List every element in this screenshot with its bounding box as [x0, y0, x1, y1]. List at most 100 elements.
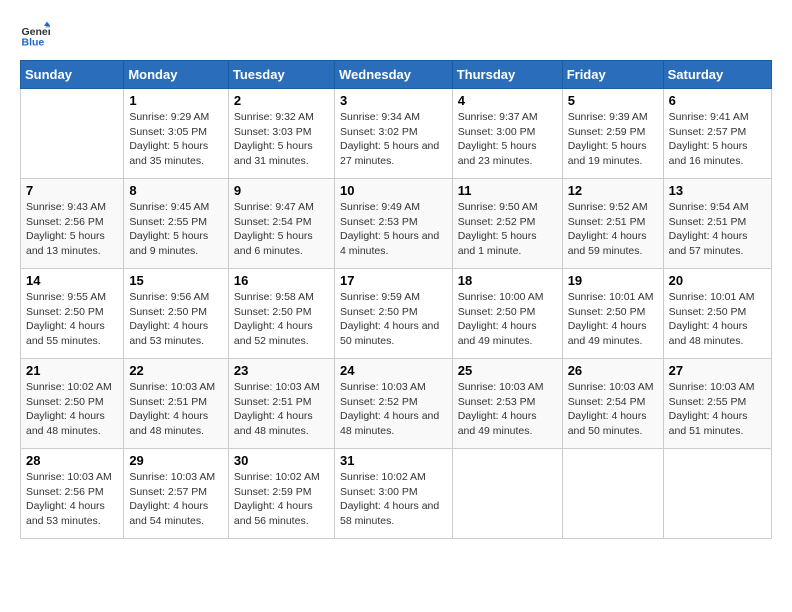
day-number: 10: [340, 183, 447, 198]
day-sunset: Sunset: 3:00 PM: [458, 126, 536, 138]
day-number: 2: [234, 93, 329, 108]
svg-text:Blue: Blue: [22, 37, 45, 49]
day-sunset: Sunset: 2:50 PM: [26, 396, 104, 408]
day-sunrise: Sunrise: 9:50 AM: [458, 201, 538, 213]
day-sunset: Sunset: 2:50 PM: [129, 306, 207, 318]
day-daylight: Daylight: 4 hours and 48 minutes.: [234, 410, 313, 437]
day-sunrise: Sunrise: 9:34 AM: [340, 111, 420, 123]
day-cell: 15 Sunrise: 9:56 AM Sunset: 2:50 PM Dayl…: [124, 269, 229, 359]
day-sunset: Sunset: 2:50 PM: [340, 306, 418, 318]
day-number: 29: [129, 453, 223, 468]
day-daylight: Daylight: 4 hours and 56 minutes.: [234, 500, 313, 527]
day-sunset: Sunset: 3:00 PM: [340, 486, 418, 498]
day-number: 15: [129, 273, 223, 288]
day-sunset: Sunset: 2:56 PM: [26, 216, 104, 228]
day-daylight: Daylight: 5 hours and 4 minutes.: [340, 230, 439, 257]
day-daylight: Daylight: 4 hours and 48 minutes.: [26, 410, 105, 437]
day-number: 12: [568, 183, 658, 198]
day-daylight: Daylight: 4 hours and 48 minutes.: [340, 410, 439, 437]
day-number: 21: [26, 363, 118, 378]
day-cell: [21, 89, 124, 179]
day-cell: 25 Sunrise: 10:03 AM Sunset: 2:53 PM Day…: [452, 359, 562, 449]
day-number: 1: [129, 93, 223, 108]
day-daylight: Daylight: 4 hours and 53 minutes.: [129, 320, 208, 347]
day-sunrise: Sunrise: 10:03 AM: [568, 381, 654, 393]
day-sunrise: Sunrise: 9:32 AM: [234, 111, 314, 123]
week-row-2: 14 Sunrise: 9:55 AM Sunset: 2:50 PM Dayl…: [21, 269, 772, 359]
day-number: 24: [340, 363, 447, 378]
day-number: 28: [26, 453, 118, 468]
day-cell: 22 Sunrise: 10:03 AM Sunset: 2:51 PM Day…: [124, 359, 229, 449]
day-cell: 17 Sunrise: 9:59 AM Sunset: 2:50 PM Dayl…: [334, 269, 452, 359]
day-cell: 6 Sunrise: 9:41 AM Sunset: 2:57 PM Dayli…: [663, 89, 771, 179]
day-daylight: Daylight: 4 hours and 48 minutes.: [129, 410, 208, 437]
day-sunrise: Sunrise: 9:58 AM: [234, 291, 314, 303]
day-sunrise: Sunrise: 9:41 AM: [669, 111, 749, 123]
day-daylight: Daylight: 4 hours and 58 minutes.: [340, 500, 439, 527]
day-cell: 10 Sunrise: 9:49 AM Sunset: 2:53 PM Dayl…: [334, 179, 452, 269]
day-sunset: Sunset: 2:52 PM: [340, 396, 418, 408]
day-cell: 30 Sunrise: 10:02 AM Sunset: 2:59 PM Day…: [228, 449, 334, 539]
day-daylight: Daylight: 5 hours and 19 minutes.: [568, 140, 647, 167]
day-daylight: Daylight: 5 hours and 13 minutes.: [26, 230, 105, 257]
col-header-friday: Friday: [562, 61, 663, 89]
day-number: 7: [26, 183, 118, 198]
day-sunset: Sunset: 2:50 PM: [234, 306, 312, 318]
day-number: 13: [669, 183, 766, 198]
col-header-saturday: Saturday: [663, 61, 771, 89]
day-sunset: Sunset: 2:51 PM: [234, 396, 312, 408]
col-header-monday: Monday: [124, 61, 229, 89]
day-number: 23: [234, 363, 329, 378]
week-row-1: 7 Sunrise: 9:43 AM Sunset: 2:56 PM Dayli…: [21, 179, 772, 269]
day-number: 22: [129, 363, 223, 378]
day-number: 3: [340, 93, 447, 108]
day-sunset: Sunset: 2:51 PM: [568, 216, 646, 228]
day-sunset: Sunset: 3:03 PM: [234, 126, 312, 138]
day-sunset: Sunset: 2:55 PM: [129, 216, 207, 228]
day-cell: 20 Sunrise: 10:01 AM Sunset: 2:50 PM Day…: [663, 269, 771, 359]
col-header-wednesday: Wednesday: [334, 61, 452, 89]
day-sunrise: Sunrise: 9:37 AM: [458, 111, 538, 123]
day-sunrise: Sunrise: 9:45 AM: [129, 201, 209, 213]
day-sunrise: Sunrise: 10:03 AM: [234, 381, 320, 393]
day-sunset: Sunset: 2:59 PM: [568, 126, 646, 138]
day-number: 11: [458, 183, 557, 198]
day-sunrise: Sunrise: 10:00 AM: [458, 291, 544, 303]
col-header-tuesday: Tuesday: [228, 61, 334, 89]
day-sunset: Sunset: 2:52 PM: [458, 216, 536, 228]
day-sunrise: Sunrise: 9:54 AM: [669, 201, 749, 213]
day-sunrise: Sunrise: 10:02 AM: [26, 381, 112, 393]
logo: General Blue: [20, 20, 54, 50]
day-sunset: Sunset: 2:57 PM: [129, 486, 207, 498]
day-daylight: Daylight: 5 hours and 23 minutes.: [458, 140, 537, 167]
day-daylight: Daylight: 5 hours and 31 minutes.: [234, 140, 313, 167]
day-cell: 18 Sunrise: 10:00 AM Sunset: 2:50 PM Day…: [452, 269, 562, 359]
day-daylight: Daylight: 5 hours and 35 minutes.: [129, 140, 208, 167]
day-cell: 31 Sunrise: 10:02 AM Sunset: 3:00 PM Day…: [334, 449, 452, 539]
day-daylight: Daylight: 4 hours and 50 minutes.: [568, 410, 647, 437]
calendar-header-row: SundayMondayTuesdayWednesdayThursdayFrid…: [21, 61, 772, 89]
day-daylight: Daylight: 4 hours and 49 minutes.: [458, 410, 537, 437]
day-number: 5: [568, 93, 658, 108]
day-daylight: Daylight: 4 hours and 53 minutes.: [26, 500, 105, 527]
day-sunrise: Sunrise: 9:55 AM: [26, 291, 106, 303]
week-row-3: 21 Sunrise: 10:02 AM Sunset: 2:50 PM Day…: [21, 359, 772, 449]
day-number: 18: [458, 273, 557, 288]
day-number: 6: [669, 93, 766, 108]
day-sunrise: Sunrise: 10:02 AM: [234, 471, 320, 483]
day-cell: [452, 449, 562, 539]
day-sunset: Sunset: 2:50 PM: [568, 306, 646, 318]
week-row-4: 28 Sunrise: 10:03 AM Sunset: 2:56 PM Day…: [21, 449, 772, 539]
week-row-0: 1 Sunrise: 9:29 AM Sunset: 3:05 PM Dayli…: [21, 89, 772, 179]
day-cell: 1 Sunrise: 9:29 AM Sunset: 3:05 PM Dayli…: [124, 89, 229, 179]
day-sunset: Sunset: 2:50 PM: [26, 306, 104, 318]
day-cell: 11 Sunrise: 9:50 AM Sunset: 2:52 PM Dayl…: [452, 179, 562, 269]
day-cell: 7 Sunrise: 9:43 AM Sunset: 2:56 PM Dayli…: [21, 179, 124, 269]
day-sunset: Sunset: 2:51 PM: [669, 216, 747, 228]
day-daylight: Daylight: 5 hours and 16 minutes.: [669, 140, 748, 167]
day-daylight: Daylight: 4 hours and 50 minutes.: [340, 320, 439, 347]
day-sunrise: Sunrise: 9:43 AM: [26, 201, 106, 213]
day-number: 27: [669, 363, 766, 378]
day-sunrise: Sunrise: 9:52 AM: [568, 201, 648, 213]
day-daylight: Daylight: 4 hours and 49 minutes.: [568, 320, 647, 347]
